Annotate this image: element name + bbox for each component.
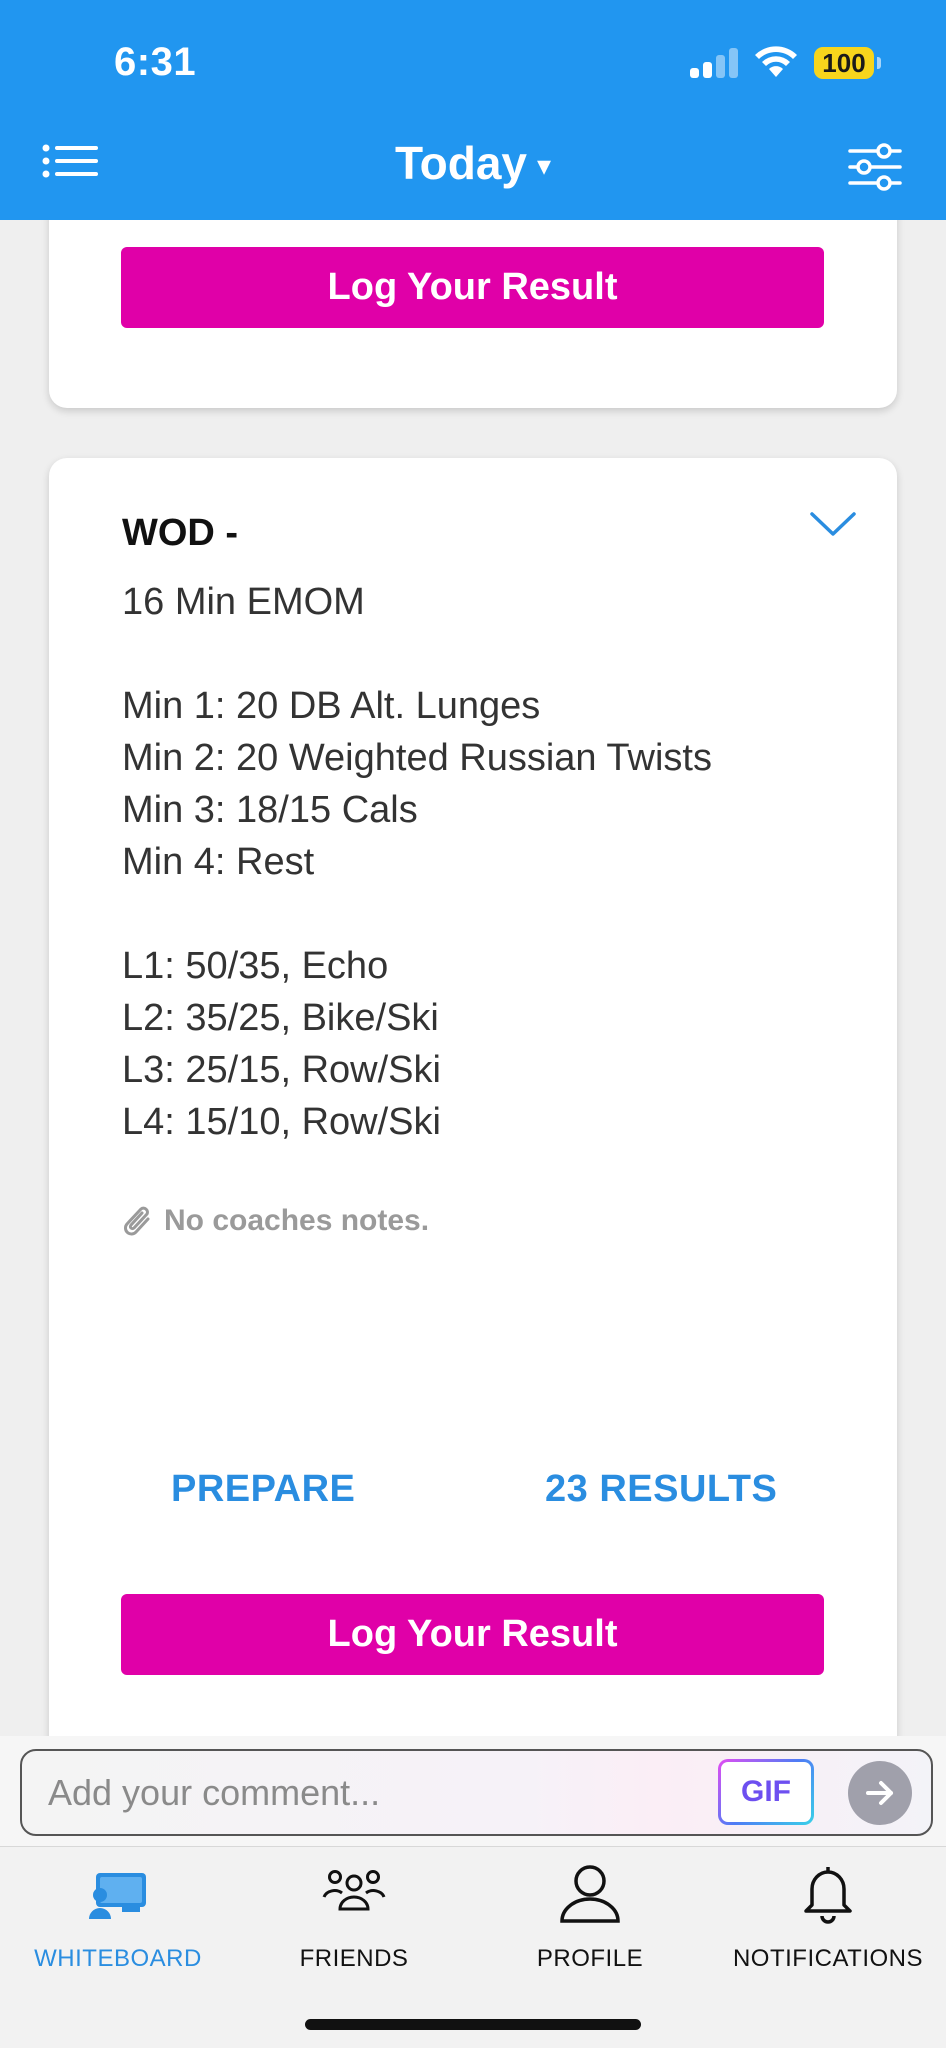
- status-time: 6:31: [114, 40, 197, 84]
- chevron-down-icon[interactable]: [809, 506, 857, 542]
- home-indicator: [305, 2019, 641, 2030]
- wod-line: [122, 888, 842, 940]
- gif-button[interactable]: GIF: [718, 1759, 814, 1825]
- nav-label: FRIENDS: [299, 1945, 409, 1972]
- page-title: Today: [394, 137, 527, 189]
- coach-notes: No coaches notes.: [122, 1201, 429, 1241]
- wod-line: L3: 25/15, Row/Ski: [122, 1049, 441, 1091]
- arrow-right-icon: [866, 1781, 893, 1805]
- wod-line: Min 1: 20 DB Alt. Lunges: [122, 685, 541, 727]
- wifi-icon: [755, 46, 797, 77]
- cellular-signal-icon: [690, 48, 738, 78]
- wod-line: Min 4: Rest: [122, 841, 315, 883]
- nav-friends[interactable]: FRIENDS: [236, 1861, 472, 1981]
- wod-line: [122, 628, 842, 680]
- app-header: 6:31 100 Today ▾: [0, 0, 946, 220]
- comment-bar: GIF: [0, 1736, 946, 1846]
- nav-whiteboard[interactable]: WHITEBOARD: [0, 1861, 236, 1981]
- date-selector[interactable]: Today ▾: [0, 136, 946, 190]
- wod-line: L2: 35/25, Bike/Ski: [122, 997, 439, 1039]
- wod-card: WOD - 16 Min EMOM Min 1: 20 DB Alt. Lung…: [49, 458, 897, 1758]
- nav-notifications[interactable]: NOTIFICATIONS: [710, 1861, 946, 1981]
- paperclip-icon: [124, 1206, 150, 1236]
- caret-down-icon: ▾: [537, 150, 552, 181]
- comment-box: GIF: [20, 1749, 933, 1836]
- nav-profile[interactable]: PROFILE: [472, 1861, 708, 1981]
- wod-title: WOD -: [122, 512, 239, 554]
- filter-sliders-icon[interactable]: [848, 143, 902, 191]
- send-button[interactable]: [848, 1761, 912, 1825]
- wod-description: 16 Min EMOM Min 1: 20 DB Alt. Lunges Min…: [122, 576, 842, 1148]
- battery-tip: [877, 57, 881, 69]
- nav-label: NOTIFICATIONS: [732, 1945, 924, 1972]
- wod-line: Min 3: 18/15 Cals: [122, 789, 418, 831]
- coach-notes-text: No coaches notes.: [164, 1204, 430, 1237]
- results-button[interactable]: 23 RESULTS: [545, 1468, 777, 1511]
- battery-indicator: 100: [814, 47, 874, 79]
- bell-icon: [804, 1867, 852, 1924]
- log-result-button[interactable]: Log Your Result: [121, 247, 824, 328]
- friends-icon: [322, 1870, 386, 1911]
- nav-label: WHITEBOARD: [34, 1945, 202, 1972]
- log-result-button[interactable]: Log Your Result: [121, 1594, 824, 1675]
- wod-line: L1: 50/35, Echo: [122, 945, 389, 987]
- comment-input[interactable]: [48, 1767, 698, 1819]
- whiteboard-icon: [89, 1873, 146, 1919]
- bottom-navigation: WHITEBOARD FRIENDS PROFILE NOTIFICATIONS: [0, 1846, 946, 2048]
- wod-line: Min 2: 20 Weighted Russian Twists: [122, 737, 712, 779]
- profile-icon: [560, 1865, 620, 1923]
- prepare-button[interactable]: PREPARE: [171, 1468, 355, 1511]
- wod-line: 16 Min EMOM: [122, 581, 365, 623]
- wod-line: L4: 15/10, Row/Ski: [122, 1101, 441, 1143]
- nav-label: PROFILE: [536, 1945, 644, 1972]
